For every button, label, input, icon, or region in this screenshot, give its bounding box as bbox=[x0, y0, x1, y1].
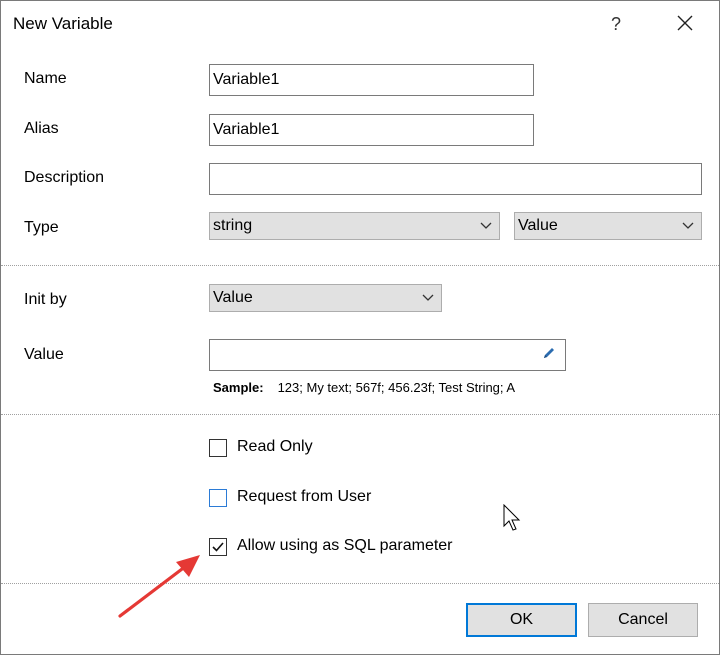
name-label: Name bbox=[24, 70, 67, 87]
type-kind-select[interactable]: Value bbox=[514, 212, 702, 240]
chevron-down-icon bbox=[422, 294, 434, 301]
alias-input[interactable] bbox=[209, 114, 534, 146]
chevron-down-icon bbox=[682, 222, 694, 229]
annotation-arrow-icon bbox=[118, 555, 200, 618]
allow-sql-label: Allow using as SQL parameter bbox=[237, 537, 453, 554]
sample-hint: Sample: 123; My text; 567f; 456.23f; Test… bbox=[213, 380, 515, 395]
description-input[interactable] bbox=[209, 163, 702, 195]
type-select-value: string bbox=[213, 217, 253, 234]
init-by-label: Init by bbox=[24, 291, 67, 308]
sample-label: Sample: bbox=[213, 380, 264, 395]
request-from-user-checkbox[interactable] bbox=[209, 489, 227, 507]
dialog-title: New Variable bbox=[13, 14, 113, 33]
init-by-select-value: Value bbox=[213, 289, 253, 306]
separator bbox=[1, 414, 719, 415]
mouse-cursor-icon bbox=[503, 504, 521, 531]
type-label: Type bbox=[24, 219, 59, 236]
value-label: Value bbox=[24, 346, 64, 363]
title-bar: New Variable ? bbox=[1, 1, 719, 47]
close-button[interactable] bbox=[669, 9, 701, 39]
read-only-label: Read Only bbox=[237, 438, 313, 455]
type-kind-select-value: Value bbox=[518, 217, 558, 234]
read-only-checkbox[interactable] bbox=[209, 439, 227, 457]
sample-text: 123; My text; 567f; 456.23f; Test String… bbox=[277, 380, 516, 395]
help-button[interactable]: ? bbox=[601, 9, 631, 39]
cancel-button[interactable]: Cancel bbox=[588, 603, 698, 637]
pencil-icon bbox=[544, 348, 554, 358]
new-variable-dialog: New Variable ? Name Alias Description Ty… bbox=[0, 0, 720, 655]
description-label: Description bbox=[24, 169, 105, 186]
close-icon bbox=[677, 15, 693, 31]
edit-value-button[interactable] bbox=[541, 345, 561, 365]
chevron-down-icon bbox=[480, 222, 492, 229]
name-input[interactable] bbox=[209, 64, 534, 96]
type-select[interactable]: string bbox=[209, 212, 500, 240]
value-input[interactable] bbox=[209, 339, 566, 371]
alias-label: Alias bbox=[24, 120, 59, 137]
ok-button[interactable]: OK bbox=[466, 603, 577, 637]
separator bbox=[1, 265, 719, 266]
separator bbox=[1, 583, 719, 584]
checkmark-icon bbox=[212, 542, 224, 552]
init-by-select[interactable]: Value bbox=[209, 284, 442, 312]
allow-sql-checkbox[interactable] bbox=[209, 538, 227, 556]
request-from-user-label: Request from User bbox=[237, 488, 372, 505]
